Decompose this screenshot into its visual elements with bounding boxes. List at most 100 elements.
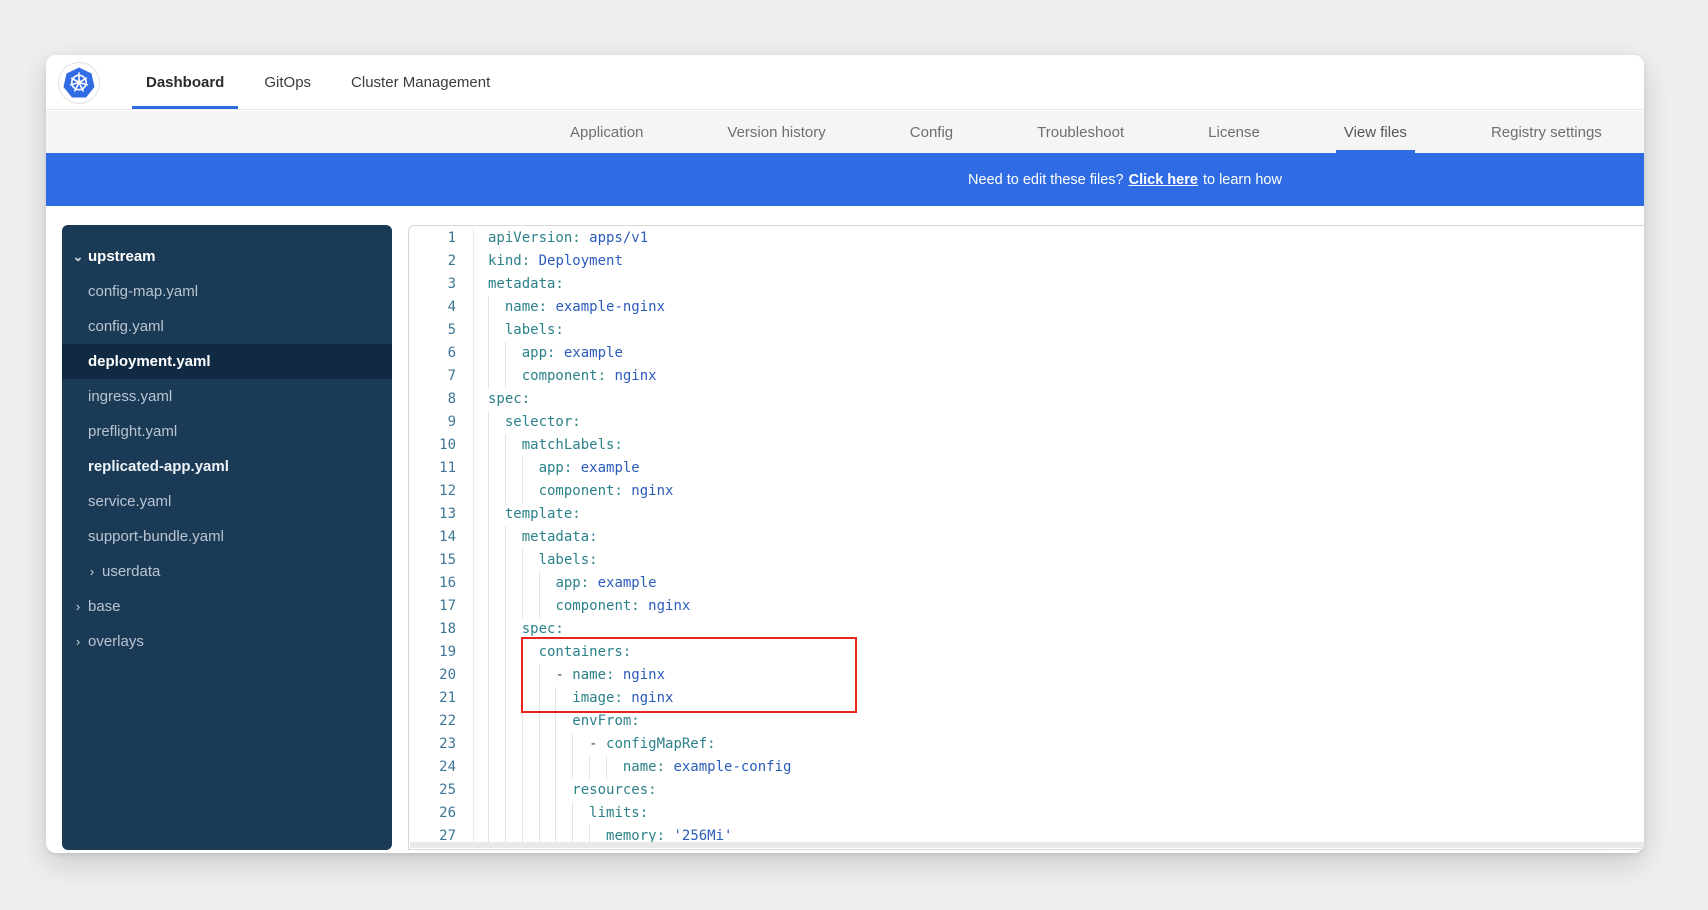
line-number: 16	[410, 572, 456, 595]
code-text: metadata:	[488, 526, 598, 549]
code-line: 19 containers:	[410, 641, 1644, 664]
tab-cluster-management[interactable]: Cluster Management	[337, 55, 504, 109]
tree-folder-userdata[interactable]: ›userdata	[62, 554, 392, 589]
code-line: 16 app: example	[410, 572, 1644, 595]
line-number: 10	[410, 434, 456, 457]
tab-view-files[interactable]: View files	[1344, 111, 1407, 153]
line-number: 11	[410, 457, 456, 480]
file-tree-sidebar: ⌄upstream config-map.yaml config.yaml deplo…	[62, 225, 392, 850]
indent-guide	[539, 756, 540, 779]
tree-folder-overlays[interactable]: ›overlays	[62, 624, 392, 659]
tree-item-label: config-map.yaml	[88, 283, 198, 300]
indent-guide	[522, 664, 523, 687]
line-number: 7	[410, 365, 456, 388]
code-line: 13 template:	[410, 503, 1644, 526]
click-here-link[interactable]: Click here	[1129, 172, 1198, 188]
code-line: 14 metadata:	[410, 526, 1644, 549]
line-number: 14	[410, 526, 456, 549]
tree-file-service-yaml[interactable]: service.yaml	[62, 484, 392, 519]
tree-file-support-bundle-yaml[interactable]: support-bundle.yaml	[62, 519, 392, 554]
line-number: 6	[410, 342, 456, 365]
indent-guide	[488, 434, 489, 457]
tab-version-history[interactable]: Version history	[727, 111, 825, 153]
tree-file-ingress-yaml[interactable]: ingress.yaml	[62, 379, 392, 414]
line-number: 22	[410, 710, 456, 733]
code-text: apiVersion: apps/v1	[488, 227, 648, 250]
indent-guide	[505, 664, 506, 687]
indent-guide	[555, 687, 556, 710]
tree-file-preflight-yaml[interactable]: preflight.yaml	[62, 414, 392, 449]
indent-guide	[488, 710, 489, 733]
code-line: 9 selector:	[410, 411, 1644, 434]
indent-guide	[555, 710, 556, 733]
banner-text-before: Need to edit these files?	[968, 172, 1124, 188]
tab-config[interactable]: Config	[910, 111, 953, 153]
indent-guide	[488, 618, 489, 641]
code-text: app: example	[488, 572, 657, 595]
line-number: 5	[410, 319, 456, 342]
tree-item-label: deployment.yaml	[88, 353, 211, 370]
indent-guide	[555, 756, 556, 779]
tab-registry-settings[interactable]: Registry settings	[1491, 111, 1602, 153]
code-line: 6 app: example	[410, 342, 1644, 365]
tab-application[interactable]: Application	[570, 111, 643, 153]
indent-guide	[505, 572, 506, 595]
code-text: - name: nginx	[488, 664, 665, 687]
code-text: component: nginx	[488, 480, 673, 503]
yaml-editor[interactable]: 1apiVersion: apps/v12kind: Deployment3me…	[408, 225, 1644, 850]
code-line: 25 resources:	[410, 779, 1644, 802]
indent-guide	[505, 595, 506, 618]
chevron-right-icon[interactable]: ›	[86, 564, 98, 579]
horizontal-scrollbar[interactable]	[410, 842, 1644, 848]
code-text: metadata:	[488, 273, 564, 296]
tab-dashboard[interactable]: Dashboard	[132, 55, 238, 109]
line-number: 17	[410, 595, 456, 618]
code-text: name: example-nginx	[488, 296, 665, 319]
line-number: 13	[410, 503, 456, 526]
indent-guide	[522, 480, 523, 503]
code-line: 10 matchLabels:	[410, 434, 1644, 457]
code-line: 2kind: Deployment	[410, 250, 1644, 273]
tree-file-replicated-app-yaml[interactable]: replicated-app.yaml	[62, 449, 392, 484]
indent-guide	[572, 802, 573, 825]
tree-file-deployment-yaml[interactable]: deployment.yaml	[62, 344, 392, 379]
indent-guide	[522, 687, 523, 710]
chevron-right-icon[interactable]: ›	[72, 599, 84, 614]
indent-guide	[505, 480, 506, 503]
code-text: envFrom:	[488, 710, 640, 733]
tree-file-config-yaml[interactable]: config.yaml	[62, 309, 392, 344]
code-text: spec:	[488, 618, 564, 641]
line-number: 18	[410, 618, 456, 641]
code-line: 24 name: example-config	[410, 756, 1644, 779]
tree-file-config-map-yaml[interactable]: config-map.yaml	[62, 274, 392, 309]
indent-guide	[488, 687, 489, 710]
indent-guide	[555, 779, 556, 802]
indent-guide	[539, 802, 540, 825]
line-number: 9	[410, 411, 456, 434]
tab-gitops[interactable]: GitOps	[250, 55, 325, 109]
code-line: 15 labels:	[410, 549, 1644, 572]
code-text: app: example	[488, 342, 623, 365]
edit-files-banner: Need to edit these files? Click here to …	[46, 153, 1644, 206]
indent-guide	[505, 687, 506, 710]
code-text: matchLabels:	[488, 434, 623, 457]
line-number: 4	[410, 296, 456, 319]
indent-guide	[539, 664, 540, 687]
indent-guide	[555, 802, 556, 825]
indent-guide	[505, 779, 506, 802]
code-text: labels:	[488, 319, 564, 342]
indent-guide	[488, 595, 489, 618]
indent-guide	[522, 802, 523, 825]
tree-folder-base[interactable]: ›base	[62, 589, 392, 624]
tab-license[interactable]: License	[1208, 111, 1260, 153]
tree-item-label: support-bundle.yaml	[88, 528, 224, 545]
tab-troubleshoot[interactable]: Troubleshoot	[1037, 111, 1124, 153]
chevron-down-icon[interactable]: ⌄	[72, 249, 84, 265]
indent-guide	[539, 687, 540, 710]
tree-folder-upstream[interactable]: ⌄upstream	[62, 239, 392, 274]
indent-guide	[505, 526, 506, 549]
indent-guide	[505, 802, 506, 825]
indent-guide	[589, 756, 590, 779]
chevron-right-icon[interactable]: ›	[72, 634, 84, 649]
indent-guide	[522, 641, 523, 664]
